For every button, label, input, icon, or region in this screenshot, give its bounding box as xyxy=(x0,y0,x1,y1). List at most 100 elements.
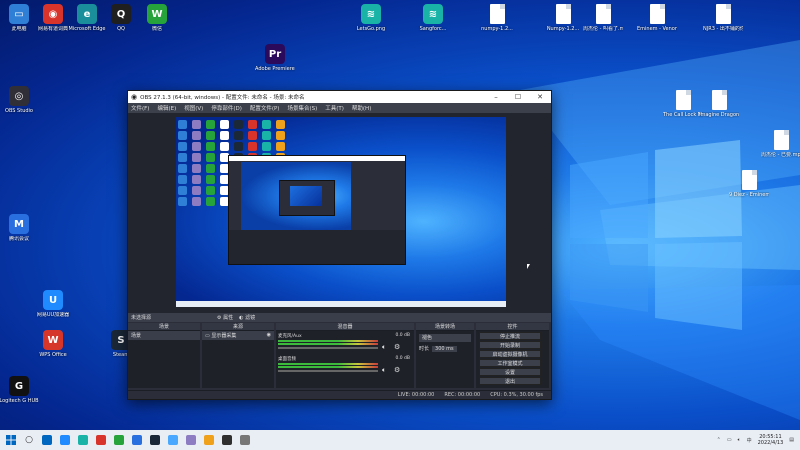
minimize-icon[interactable]: – xyxy=(485,93,507,101)
desktop-icon-label: Numpy-1.2... xyxy=(546,26,580,32)
desktop-icon[interactable]: The Call Lock M... xyxy=(663,90,703,130)
start-virtual-camera-button[interactable]: 启动虚拟摄像机 xyxy=(479,350,541,358)
menu-scene-collection[interactable]: 场景集合(S) xyxy=(287,104,317,112)
speaker-icon[interactable]: 🔈︎ xyxy=(382,366,386,375)
taskbar-app-icon[interactable] xyxy=(128,430,146,450)
desktop-icon[interactable]: 9 Diez - Eminem C... xyxy=(729,170,769,210)
gear-icon[interactable]: ⚙ xyxy=(394,343,400,351)
taskbar-app-icon[interactable] xyxy=(74,430,92,450)
eye-icon[interactable]: ◉ xyxy=(267,332,271,338)
app-icon: U xyxy=(43,290,63,310)
settings-button[interactable]: 设置 xyxy=(479,368,541,376)
search-icon[interactable]: ○ xyxy=(20,430,38,450)
desktop-icon[interactable]: ≋ Sangforc... xyxy=(416,4,450,44)
taskbar-app-icon[interactable] xyxy=(200,430,218,450)
source-item[interactable]: ▭ 显示器采集 ◉ xyxy=(202,331,274,340)
preview-mini-icon xyxy=(248,131,257,140)
taskbar-app-icon[interactable] xyxy=(236,430,254,450)
taskbar-app-icon[interactable] xyxy=(164,430,182,450)
desktop-icon[interactable]: W WPS Office xyxy=(36,330,70,370)
maximize-icon[interactable]: ☐ xyxy=(507,93,529,101)
app-icon: W xyxy=(43,330,63,350)
start-button[interactable] xyxy=(2,430,20,450)
desktop-icon[interactable]: 周杰伦 - 已要.mp3 xyxy=(761,130,800,170)
desktop-icon[interactable]: NJR3 - 出不铺的你.mp3 xyxy=(703,4,743,44)
desktop-icon[interactable]: U 网易UU加速器 xyxy=(36,290,70,330)
desktop-icon[interactable]: Q QQ xyxy=(104,4,138,44)
start-recording-button[interactable]: 开始录制 xyxy=(479,341,541,349)
preview-mini-icon xyxy=(234,120,243,129)
desktop-icon-label: NJR3 - 出不铺的你.mp3 xyxy=(703,26,743,32)
obs-titlebar[interactable]: ◉ OBS 27.1.3 (64-bit, windows) - 配置文件: 未… xyxy=(128,91,551,103)
desktop-icon[interactable]: Pr Adobe Premiere... xyxy=(255,44,295,84)
desktop-volume-slider[interactable] xyxy=(278,370,378,372)
desktop-icon-label: 周杰伦 - 已要.mp3 xyxy=(761,152,800,158)
menu-file[interactable]: 文件(F) xyxy=(131,104,149,112)
live-status: LIVE: 00:00:00 xyxy=(397,392,435,398)
notification-icon[interactable]: ▤ xyxy=(789,437,794,443)
app-icon: W xyxy=(147,4,167,24)
preview-mini-icon xyxy=(276,120,285,129)
menu-view[interactable]: 视图(V) xyxy=(184,104,203,112)
duration-input[interactable]: 300 ms xyxy=(432,345,457,352)
desktop-icon[interactable]: M 腾讯会议 xyxy=(2,214,36,254)
volume-icon[interactable]: 🔈︎ xyxy=(738,437,741,443)
mic-level-meter xyxy=(278,343,378,345)
stop-streaming-button[interactable]: 停止推流 xyxy=(479,332,541,340)
preview-mini-icon xyxy=(192,186,201,195)
menu-docks[interactable]: 停靠部件(D) xyxy=(211,104,242,112)
preview-mini-icon xyxy=(178,164,187,173)
preview-mini-icon xyxy=(248,142,257,151)
desktop-icon[interactable]: ▭ 此电脑 xyxy=(2,4,36,44)
taskbar-app-icon[interactable] xyxy=(56,430,74,450)
desktop-icon[interactable]: G Logitech G HUB xyxy=(0,376,39,416)
desktop-icon[interactable]: Eminem - Venom (M... xyxy=(637,4,677,44)
app-icon xyxy=(489,4,505,24)
menu-edit[interactable]: 编辑(E) xyxy=(157,104,176,112)
desktop-icon-label: 腾讯会议 xyxy=(8,236,29,242)
clock[interactable]: 20:55:11 2022/4/13 xyxy=(758,434,784,446)
transitions-dock-title: 场景转场 xyxy=(416,323,474,331)
taskbar-app-icon[interactable] xyxy=(218,430,236,450)
menu-profile[interactable]: 配置文件(P) xyxy=(250,104,280,112)
taskbar-app-icon[interactable] xyxy=(182,430,200,450)
properties-button[interactable]: ⚙ 属性 xyxy=(217,314,233,321)
preview-taskbar xyxy=(176,301,506,307)
menu-help[interactable]: 帮助(H) xyxy=(352,104,371,112)
desktop-icon[interactable]: 周杰伦 - 叫看了.mp3 xyxy=(583,4,623,44)
filters-button[interactable]: ◐ 滤镜 xyxy=(239,314,255,321)
desktop-icon[interactable]: Numpy-1.2... xyxy=(546,4,580,44)
exit-button[interactable]: 退出 xyxy=(479,377,541,385)
app-icon: e xyxy=(77,4,97,24)
app-icon xyxy=(555,4,571,24)
track-desktop-name: 桌面音频 xyxy=(278,357,296,362)
transition-select[interactable]: 褪色 xyxy=(419,334,471,342)
menu-tools[interactable]: 工具(T) xyxy=(325,104,344,112)
input-language[interactable]: 中 xyxy=(747,437,752,444)
speaker-icon[interactable]: 🔈︎ xyxy=(382,343,386,352)
chevron-up-icon[interactable]: ⌃ xyxy=(717,437,721,443)
app-icon xyxy=(649,4,665,24)
desktop-icon[interactable]: Imagine Dragons... xyxy=(699,90,739,130)
taskbar-app-icon[interactable] xyxy=(110,430,128,450)
taskbar-app-icon[interactable] xyxy=(38,430,56,450)
scene-item[interactable]: 场景 xyxy=(128,331,200,340)
mic-volume-slider[interactable] xyxy=(278,347,378,349)
desktop-icon[interactable]: ◉ 网易有道词典 xyxy=(36,4,70,44)
mixer-dock-title: 混音器 xyxy=(276,323,414,331)
desktop-icon[interactable]: numpy-1.2... xyxy=(480,4,514,44)
desktop-icon[interactable]: ◎ OBS Studio xyxy=(2,86,36,126)
desktop-icon[interactable]: W 微信 xyxy=(140,4,174,44)
preview-mini-icon xyxy=(192,120,201,129)
studio-mode-button[interactable]: 工作室模式 xyxy=(479,359,541,367)
preview-mini-icon xyxy=(192,164,201,173)
desktop-icon[interactable]: ≋ LetsGo.png xyxy=(354,4,388,44)
desktop-icon[interactable]: e Microsoft Edge xyxy=(69,4,105,44)
close-icon[interactable]: ✕ xyxy=(529,93,551,101)
gear-icon[interactable]: ⚙ xyxy=(394,366,400,374)
network-icon[interactable]: ▭ xyxy=(727,437,732,443)
taskbar-app-icon[interactable] xyxy=(146,430,164,450)
obs-preview[interactable] xyxy=(128,113,551,313)
app-icon xyxy=(715,4,731,24)
taskbar-app-icon[interactable] xyxy=(92,430,110,450)
